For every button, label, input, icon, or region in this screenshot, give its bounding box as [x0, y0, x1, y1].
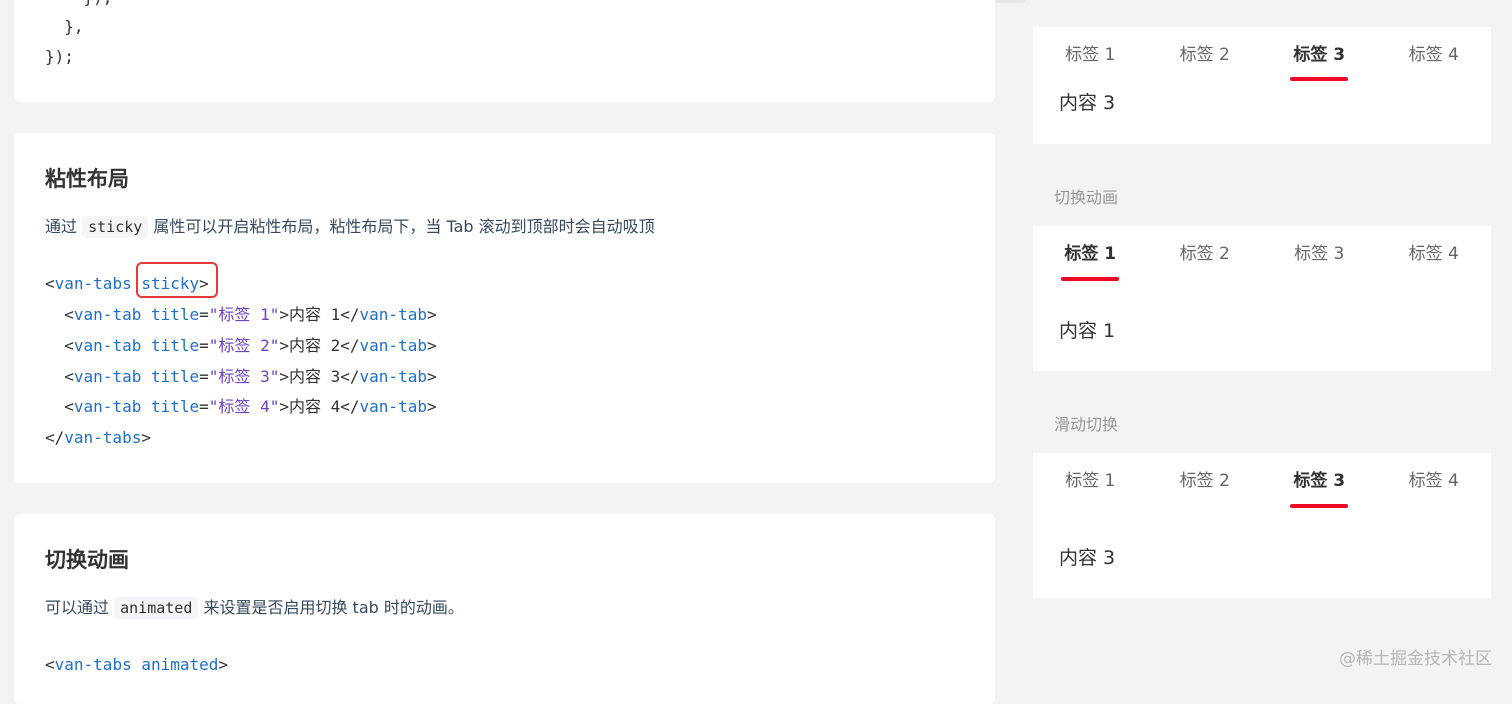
tab-1[interactable]: 标签 1 [1033, 27, 1148, 83]
code-line: }), [45, 0, 113, 8]
tab-active-indicator [1290, 504, 1348, 508]
section-title: 粘性布局 [45, 167, 129, 191]
animated-section-card: 切换动画 可以通过 animated 来设置是否启用切换 tab 时的动画。 <… [14, 514, 995, 704]
demo-section-title: 切换动画 [1054, 188, 1119, 207]
tab-2[interactable]: 标签 2 [1148, 226, 1263, 282]
section-description: 可以通过 animated 来设置是否启用切换 tab 时的动画。 [45, 597, 464, 619]
section-description: 通过 sticky 属性可以开启粘性布局，粘性布局下，当 Tab 滚动到顶部时会… [45, 216, 655, 238]
demo-block-animated: 标签 1 标签 2 标签 3 标签 4 内容 1 [1033, 226, 1491, 371]
code-line: <van-tab title="标签 1">内容 1</van-tab> [64, 305, 437, 324]
tab-bar: 标签 1 标签 2 标签 3 标签 4 [1033, 453, 1491, 509]
tab-bar: 标签 1 标签 2 标签 3 标签 4 [1033, 226, 1491, 282]
tab-content: 内容 3 [1059, 547, 1116, 569]
tab-content: 内容 3 [1059, 92, 1116, 114]
code-card-top: }), }, }); [14, 0, 995, 102]
code-line: <van-tab title="标签 4">内容 4</van-tab> [64, 397, 437, 416]
tab-1[interactable]: 标签 1 [1033, 226, 1148, 282]
tab-3[interactable]: 标签 3 [1262, 226, 1377, 282]
code-line: <van-tab title="标签 2">内容 2</van-tab> [64, 336, 437, 355]
tab-4[interactable]: 标签 4 [1377, 453, 1492, 509]
demo-section-title: 滑动切换 [1054, 415, 1119, 434]
code-line: }, [45, 17, 84, 36]
tab-1[interactable]: 标签 1 [1033, 453, 1148, 509]
demo-block-sticky: 标签 1 标签 2 标签 3 标签 4 内容 3 [1033, 27, 1491, 144]
code-line: </van-tabs> [45, 428, 151, 447]
demo-block-swipeable: 标签 1 标签 2 标签 3 标签 4 内容 3 [1033, 453, 1491, 598]
code-line: <van-tabs animated> [45, 655, 229, 674]
inline-code: animated [114, 597, 199, 619]
code-line: <van-tab title="标签 3">内容 3</van-tab> [64, 367, 437, 386]
highlight-annotation [136, 262, 218, 298]
inline-code: sticky [82, 216, 149, 238]
code-line: }); [45, 47, 74, 66]
tab-4[interactable]: 标签 4 [1377, 226, 1492, 282]
tab-2[interactable]: 标签 2 [1148, 27, 1263, 83]
tab-4[interactable]: 标签 4 [1377, 27, 1492, 83]
tab-2[interactable]: 标签 2 [1148, 453, 1263, 509]
watermark: @稀土掘金技术社区 [1339, 649, 1492, 669]
tab-active-indicator [1290, 77, 1348, 81]
tab-3[interactable]: 标签 3 [1262, 453, 1377, 509]
tab-3[interactable]: 标签 3 [1262, 27, 1377, 83]
demo-preview-panel: 标签 1 标签 2 标签 3 标签 4 内容 3 切换动画 标签 1 标签 2 … [1033, 27, 1491, 697]
tab-bar: 标签 1 标签 2 标签 3 标签 4 [1033, 27, 1491, 83]
tab-content: 内容 1 [1059, 320, 1116, 342]
section-title: 切换动画 [45, 548, 129, 572]
tab-active-indicator [1061, 277, 1119, 281]
sticky-section-card: 粘性布局 通过 sticky 属性可以开启粘性布局，粘性布局下，当 Tab 滚动… [14, 133, 995, 483]
